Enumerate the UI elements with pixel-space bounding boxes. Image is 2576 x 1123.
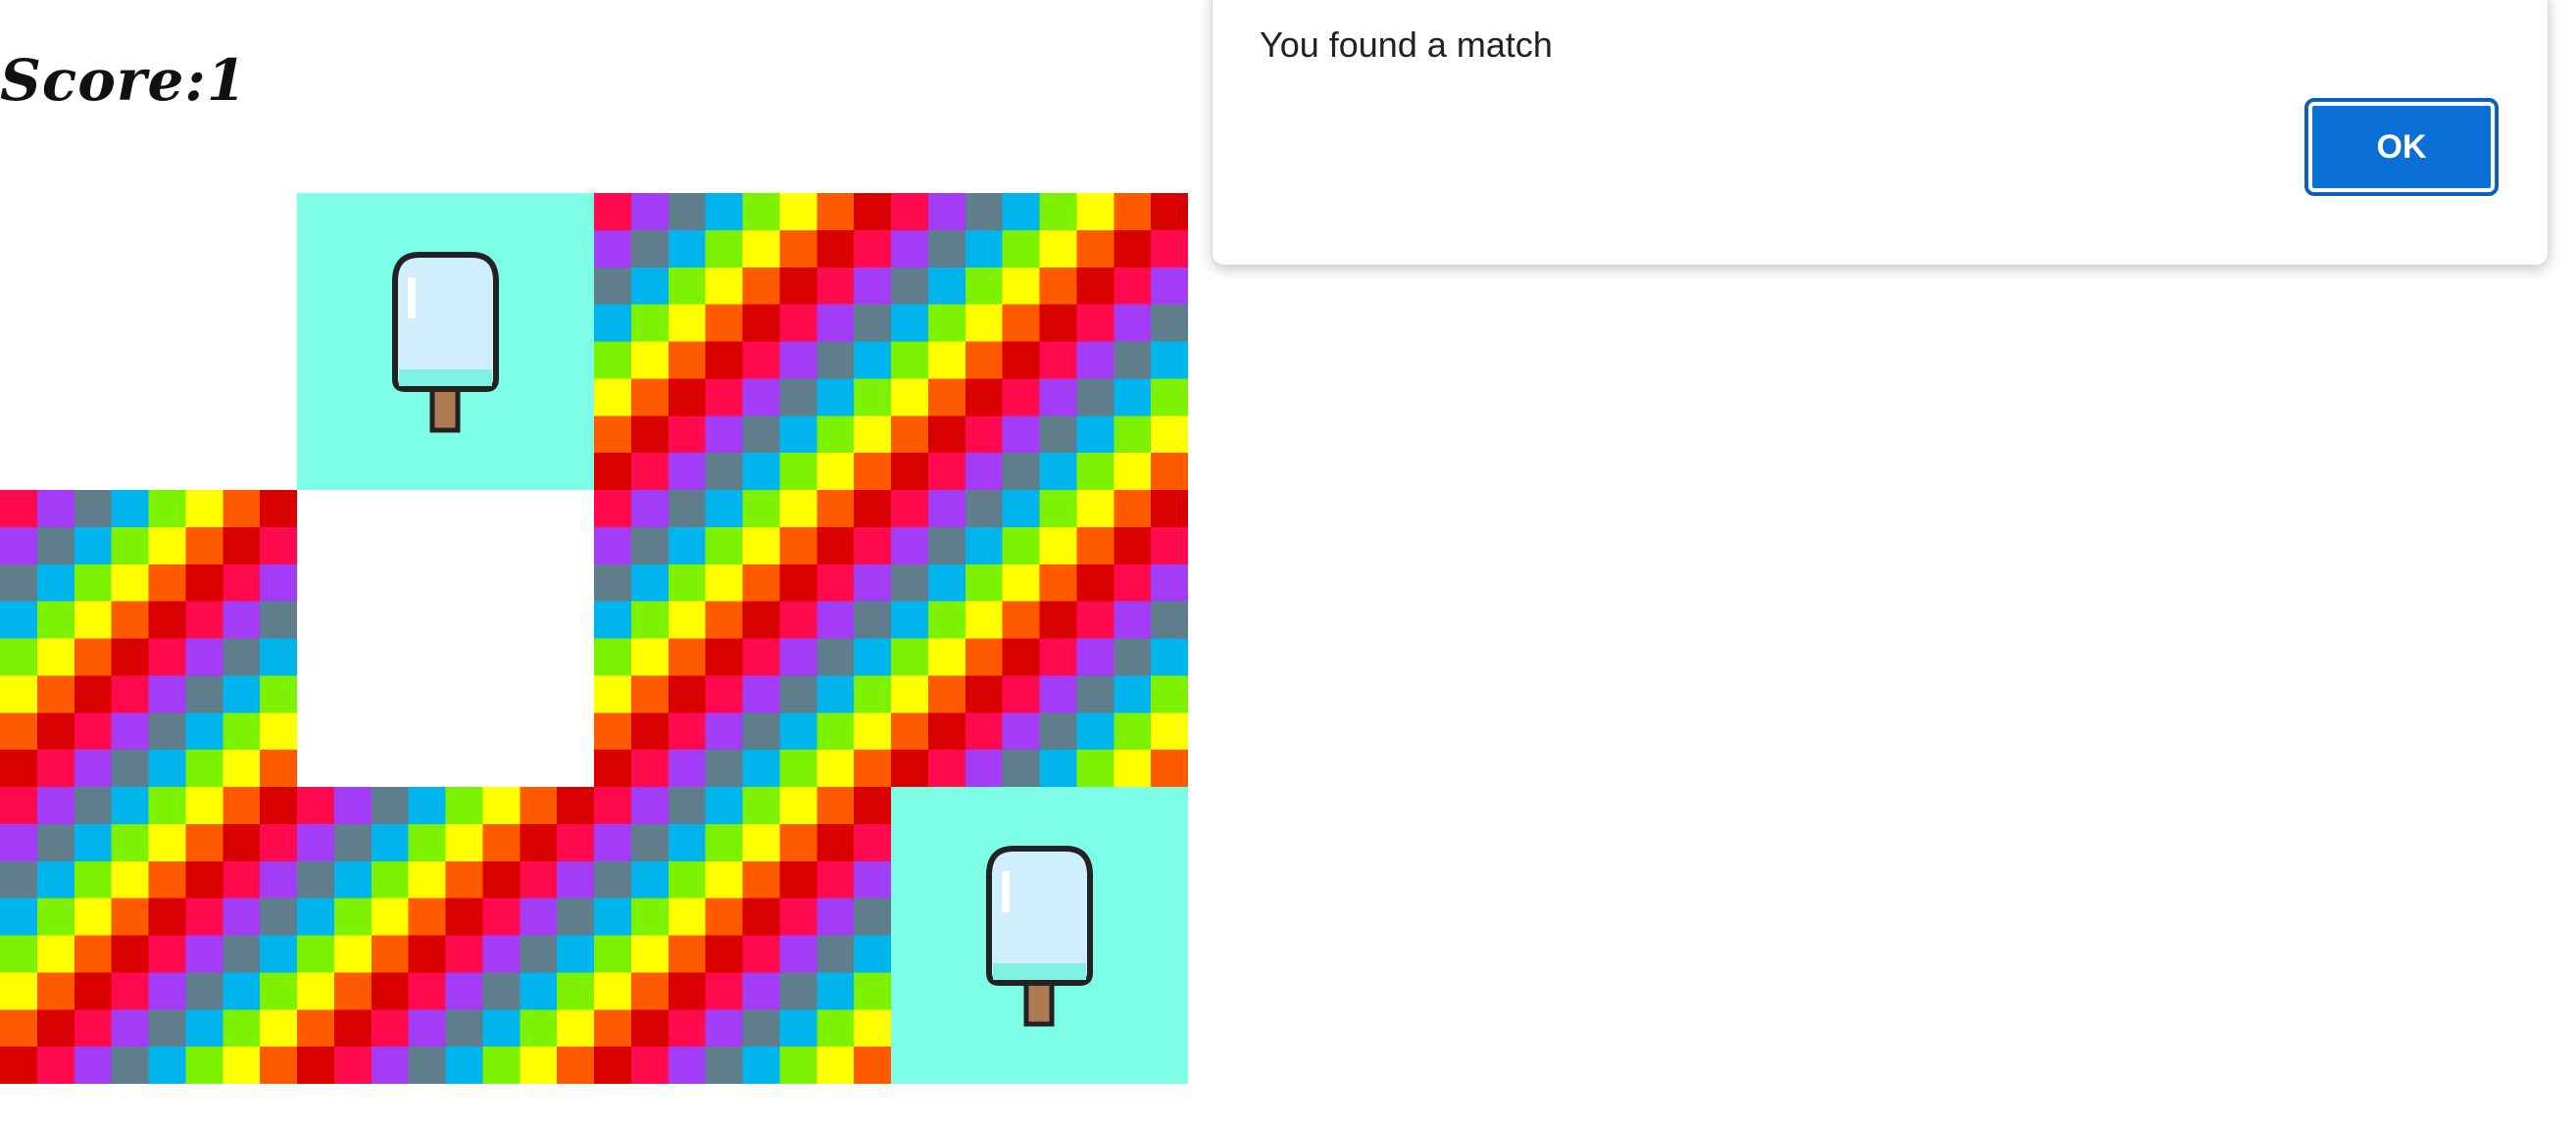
card-back-pattern <box>594 193 891 490</box>
ok-button[interactable]: OK <box>2304 98 2499 196</box>
card-back-pattern <box>891 193 1188 490</box>
game-page: Score:1 You found a match OK <box>0 0 2576 1123</box>
card-matched-empty <box>0 193 297 490</box>
alert-dialog: You found a match OK <box>1212 0 2549 266</box>
card-back-pattern <box>891 490 1188 787</box>
card-back-pattern <box>594 490 891 787</box>
card-revealed-popsicle <box>297 193 594 490</box>
score-value: 1 <box>206 47 248 114</box>
card-hidden[interactable] <box>594 193 891 490</box>
card-back-pattern <box>0 787 297 1084</box>
alert-message: You found a match <box>1260 24 1553 65</box>
card-back-pattern <box>297 787 594 1084</box>
score-display: Score:1 <box>0 47 247 114</box>
card-back-pattern <box>0 490 297 787</box>
game-board <box>0 193 1188 1084</box>
card-hidden[interactable] <box>891 490 1188 787</box>
card-revealed-popsicle <box>891 787 1188 1084</box>
score-label: Score: <box>0 47 207 114</box>
card-hidden[interactable] <box>891 193 1188 490</box>
card-hidden[interactable] <box>594 490 891 787</box>
card-hidden[interactable] <box>297 787 594 1084</box>
card-hidden[interactable] <box>0 787 297 1084</box>
card-back-pattern <box>594 787 891 1084</box>
card-matched-empty <box>297 490 594 787</box>
card-hidden[interactable] <box>594 787 891 1084</box>
popsicle-icon <box>392 252 499 433</box>
popsicle-icon <box>986 846 1093 1027</box>
card-hidden[interactable] <box>0 490 297 787</box>
